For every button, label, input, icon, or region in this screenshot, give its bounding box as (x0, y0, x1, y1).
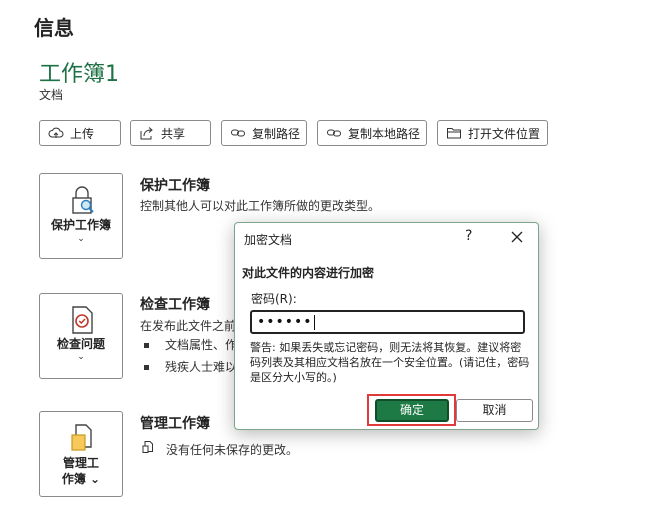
document-icon (142, 441, 153, 453)
bullet-text: 残疾人士难以 (165, 360, 238, 374)
inspect-section-title: 检查工作簿 (140, 297, 210, 313)
check-for-issues-button[interactable]: 检查问题 ⌄ (39, 293, 123, 379)
inspect-section-description: 在发布此文件之前 (140, 319, 237, 333)
password-label: 密码(R): (251, 292, 297, 306)
bullet-icon (144, 343, 149, 348)
text-caret (313, 314, 315, 330)
manage-section-description: 没有任何未保存的更改。 (166, 443, 299, 457)
bullet-text: 文档属性、作 (165, 338, 238, 352)
upload-button[interactable]: 上传 (39, 120, 121, 146)
share-icon (140, 127, 153, 140)
upload-label: 上传 (70, 126, 95, 141)
inspect-bullet-item: 文档属性、作 (144, 336, 237, 353)
lock-magnifier-icon (72, 186, 94, 214)
protect-workbook-button[interactable]: 保护工作簿 ⌄ (39, 173, 123, 259)
check-for-issues-label: 检查问题 (56, 337, 105, 351)
close-icon[interactable] (509, 229, 525, 245)
open-file-location-label: 打开文件位置 (468, 126, 541, 141)
bullet-icon (144, 365, 149, 370)
manage-workbook-label-line1: 管理工 (62, 456, 99, 470)
copy-local-path-button[interactable]: 复制本地路径 (317, 120, 427, 146)
share-label: 共享 (161, 126, 186, 141)
dialog-title: 加密文档 (244, 233, 293, 247)
link-icon (327, 129, 341, 137)
dialog-heading: 对此文件的内容进行加密 (242, 266, 375, 280)
protect-section-title: 保护工作簿 (140, 178, 210, 194)
inspect-document-icon (72, 306, 93, 334)
protect-section-description: 控制其他人可以对此工作簿所做的更改类型。 (140, 199, 381, 213)
copy-local-path-label: 复制本地路径 (348, 126, 421, 141)
ok-button[interactable]: 确定 (375, 399, 449, 422)
manage-workbook-icon (71, 424, 92, 451)
page-heading: 信息 (34, 16, 74, 40)
inspect-bullet-item: 残疾人士难以 (144, 358, 237, 375)
chevron-down-icon: ⌄ (77, 234, 85, 244)
workbook-location: 文档 (39, 88, 64, 102)
manage-section-title: 管理工作簿 (140, 416, 210, 432)
open-file-location-button[interactable]: 打开文件位置 (437, 120, 548, 146)
folder-icon (447, 128, 461, 139)
protect-workbook-label: 保护工作簿 (50, 218, 111, 232)
help-button[interactable]: ? (465, 228, 472, 244)
cancel-button[interactable]: 取消 (456, 399, 533, 422)
password-warning: 警告: 如果丢失或忘记密码，则无法将其恢复。建议将密码列表及其相应文档名放在一个… (250, 341, 530, 384)
share-button[interactable]: 共享 (130, 120, 211, 146)
password-value: •••••• (257, 314, 313, 330)
upload-icon (48, 127, 64, 138)
manage-workbook-label: 管理工 作簿 ⌄ (40, 455, 122, 487)
encrypt-document-dialog: 加密文档 ? 对此文件的内容进行加密 密码(R): •••••• 警告: 如果丢… (234, 222, 539, 430)
chevron-down-icon: ⌄ (77, 352, 85, 362)
link-icon (231, 129, 245, 137)
manage-workbook-button[interactable]: 管理工 作簿 ⌄ (39, 411, 123, 497)
copy-path-label: 复制路径 (252, 126, 301, 141)
workbook-title: 工作簿1 (39, 62, 119, 87)
password-field[interactable]: •••••• (250, 310, 525, 334)
copy-path-button[interactable]: 复制路径 (221, 120, 307, 146)
manage-workbook-label-line2: 作簿 ⌄ (61, 472, 101, 486)
